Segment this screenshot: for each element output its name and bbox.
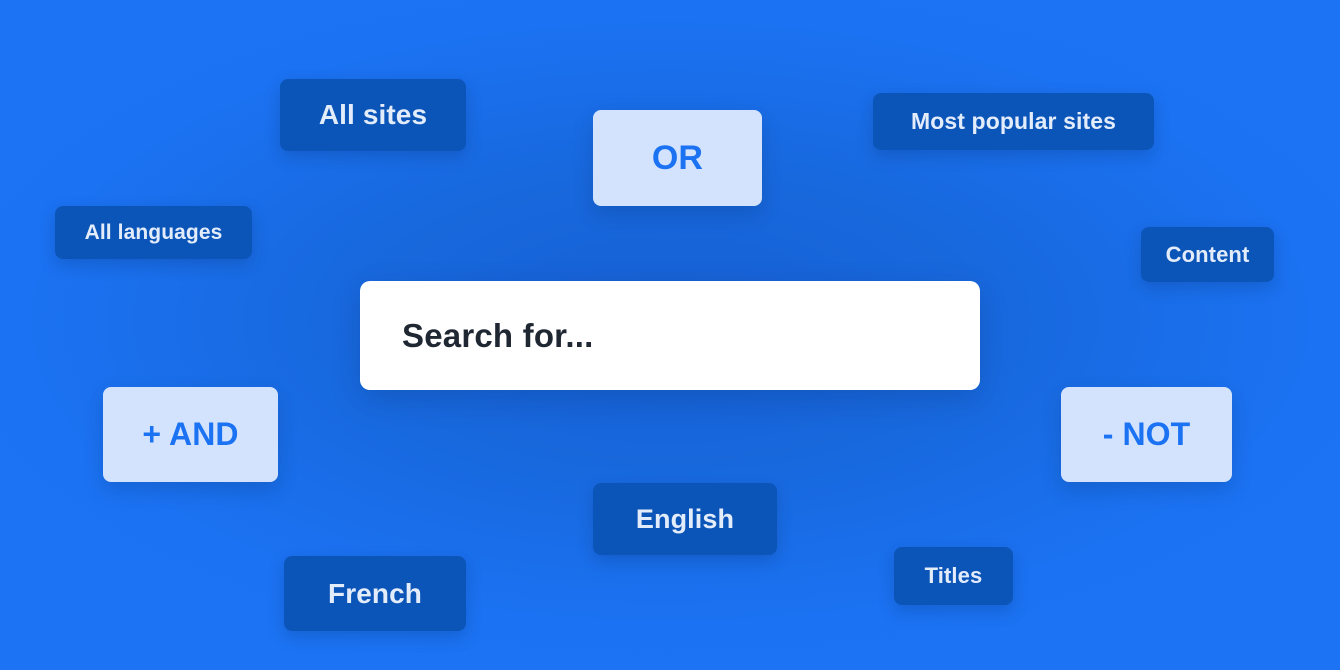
operator-pill-or[interactable]: OR <box>593 110 762 206</box>
filter-pill-content[interactable]: Content <box>1141 227 1274 282</box>
filter-pill-all-sites[interactable]: All sites <box>280 79 466 151</box>
filter-pill-most-popular-sites[interactable]: Most popular sites <box>873 93 1154 150</box>
filter-pill-label: English <box>635 503 735 534</box>
operator-pill-label: + AND <box>142 416 239 452</box>
filter-pill-label: All languages <box>84 220 223 244</box>
filter-pill-label: All sites <box>318 99 428 130</box>
search-filters-scene: All sites OR Most popular sites All lang… <box>0 0 1340 670</box>
filter-pill-french[interactable]: French <box>284 556 466 631</box>
filter-pill-titles[interactable]: Titles <box>894 547 1013 605</box>
filter-pill-english[interactable]: English <box>593 483 777 555</box>
filter-pill-label: Most popular sites <box>911 108 1116 134</box>
filter-pill-all-languages[interactable]: All languages <box>55 206 252 259</box>
operator-pill-label: - NOT <box>1102 416 1191 452</box>
operator-pill-label: OR <box>651 138 704 177</box>
operator-pill-and[interactable]: + AND <box>103 387 278 482</box>
filter-pill-label: Titles <box>924 563 983 588</box>
operator-pill-not[interactable]: - NOT <box>1061 387 1232 482</box>
search-input[interactable]: Search for... <box>360 317 594 355</box>
filter-pill-label: Content <box>1165 241 1250 267</box>
filter-pill-label: French <box>328 577 422 609</box>
search-bar[interactable]: Search for... <box>360 281 980 390</box>
